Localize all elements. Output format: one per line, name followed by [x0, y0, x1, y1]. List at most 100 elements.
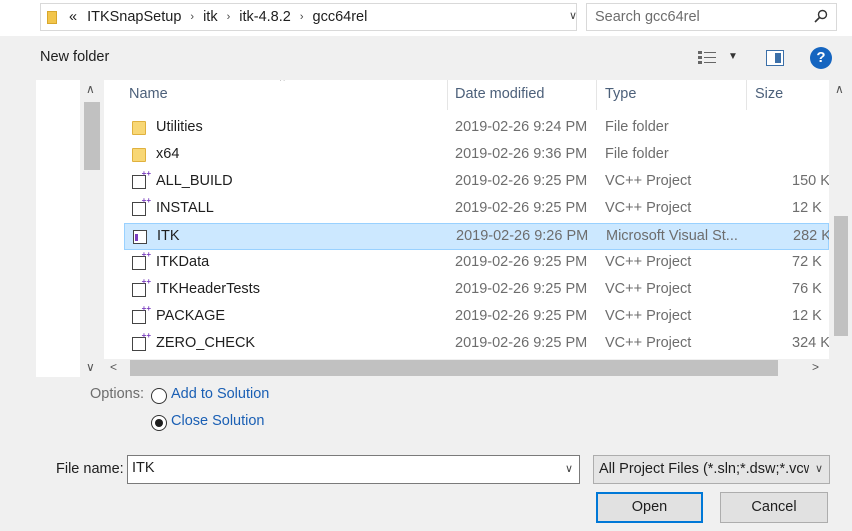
- column-divider[interactable]: [596, 80, 597, 110]
- breadcrumb-gcc64rel[interactable]: gcc64rel: [313, 9, 368, 25]
- scroll-up-icon[interactable]: ∧: [835, 82, 844, 96]
- file-date: 2019-02-26 9:25 PM: [455, 173, 588, 189]
- list-header: ^ Name Date modified Type Size: [104, 80, 829, 110]
- file-type-filter[interactable]: All Project Files (*.sln;*.dsw;*.vcw ∨: [593, 455, 830, 484]
- view-options-icon[interactable]: [698, 51, 716, 65]
- column-header-size[interactable]: Size: [755, 86, 783, 102]
- chevron-right-icon[interactable]: ›: [300, 11, 304, 23]
- vcxproj-icon: [132, 169, 151, 189]
- list-horizontal-scrollbar[interactable]: < >: [104, 359, 829, 377]
- file-name[interactable]: ALL_BUILD: [156, 173, 233, 189]
- file-name[interactable]: ITKHeaderTests: [156, 281, 260, 297]
- vcxproj-icon: [132, 250, 151, 270]
- file-type-filter-value[interactable]: All Project Files (*.sln;*.dsw;*.vcw: [599, 461, 814, 477]
- cancel-button[interactable]: Cancel: [720, 492, 828, 523]
- chevron-right-icon[interactable]: ›: [190, 11, 194, 23]
- file-type: VC++ Project: [605, 200, 692, 216]
- toolbar: New folder ▼ ?: [36, 36, 852, 80]
- file-size: 76 K: [792, 281, 822, 297]
- file-row[interactable]: PACKAGE 2019-02-26 9:25 PM VC++ Project 12 …: [124, 304, 829, 331]
- chevron-down-icon[interactable]: ∨: [809, 456, 829, 483]
- folder-icon: [47, 10, 57, 24]
- file-list: ^ Name Date modified Type Size Utilities…: [104, 80, 829, 359]
- solution-icon: [133, 230, 147, 244]
- file-name[interactable]: PACKAGE: [156, 308, 225, 324]
- file-name-input[interactable]: [128, 456, 548, 480]
- file-row[interactable]: INSTALL 2019-02-26 9:25 PM VC++ Project 12 …: [124, 196, 829, 223]
- file-row[interactable]: x64 2019-02-26 9:36 PM File folder: [124, 142, 829, 169]
- breadcrumb-overflow[interactable]: «: [69, 9, 77, 25]
- scroll-right-icon[interactable]: >: [812, 360, 819, 374]
- scroll-thumb[interactable]: [130, 360, 778, 376]
- file-type: VC++ Project: [605, 254, 692, 270]
- folder-icon: [132, 121, 146, 135]
- folder-icon: [132, 148, 146, 162]
- add-to-solution-label[interactable]: Add to Solution: [171, 386, 269, 402]
- file-size: 12 K: [792, 308, 822, 324]
- file-size: 150 K: [792, 173, 829, 189]
- search-field[interactable]: Search gcc64rel: [586, 3, 837, 31]
- file-type: Microsoft Visual St...: [606, 228, 738, 244]
- file-name[interactable]: x64: [156, 146, 179, 162]
- vcxproj-icon: [132, 304, 151, 324]
- file-type: VC++ Project: [605, 335, 692, 351]
- address-bar[interactable]: « ITKSnapSetup › itk › itk-4.8.2 › gcc64…: [40, 3, 606, 31]
- file-date: 2019-02-26 9:24 PM: [455, 119, 588, 135]
- column-divider[interactable]: [746, 80, 747, 110]
- file-date: 2019-02-26 9:25 PM: [455, 281, 588, 297]
- file-name[interactable]: ITK: [157, 228, 180, 244]
- vcxproj-icon: [132, 331, 151, 351]
- open-button[interactable]: Open: [596, 492, 703, 523]
- column-header-type[interactable]: Type: [605, 86, 636, 102]
- scroll-thumb[interactable]: [834, 216, 848, 336]
- close-solution-radio[interactable]: [151, 415, 167, 431]
- file-name-label: File name:: [56, 461, 124, 477]
- file-type: File folder: [605, 119, 669, 135]
- file-name[interactable]: Utilities: [156, 119, 203, 135]
- chevron-right-icon[interactable]: ›: [227, 11, 231, 23]
- breadcrumb-itk-version[interactable]: itk-4.8.2: [239, 9, 291, 25]
- navigation-scrollbar[interactable]: ∧ ∨: [80, 80, 104, 377]
- file-date: 2019-02-26 9:25 PM: [455, 335, 588, 351]
- column-divider[interactable]: [447, 80, 448, 110]
- file-type: VC++ Project: [605, 308, 692, 324]
- file-name[interactable]: ITKData: [156, 254, 209, 270]
- navigation-pane[interactable]: [36, 80, 80, 377]
- file-name[interactable]: ZERO_CHECK: [156, 335, 255, 351]
- breadcrumb-itk[interactable]: itk: [203, 9, 218, 25]
- breadcrumb-itksnapsetup[interactable]: ITKSnapSetup: [87, 9, 181, 25]
- sort-ascending-icon: ^: [280, 80, 285, 87]
- scroll-down-icon[interactable]: ∨: [86, 360, 95, 374]
- file-size: 72 K: [792, 254, 822, 270]
- list-vertical-scrollbar[interactable]: ∧: [829, 80, 852, 359]
- column-header-date[interactable]: Date modified: [455, 86, 544, 102]
- help-icon[interactable]: ?: [810, 47, 832, 69]
- file-date: 2019-02-26 9:25 PM: [455, 200, 588, 216]
- file-row[interactable]: ALL_BUILD 2019-02-26 9:25 PM VC++ Project 1…: [124, 169, 829, 196]
- file-row[interactable]: ZERO_CHECK 2019-02-26 9:25 PM VC++ Project…: [124, 331, 829, 358]
- scroll-up-icon[interactable]: ∧: [86, 82, 95, 96]
- preview-pane-icon[interactable]: [766, 50, 784, 66]
- search-icon[interactable]: [814, 9, 828, 23]
- file-row[interactable]: ITK 2019-02-26 9:26 PM Microsoft Visual St…: [124, 223, 829, 250]
- vcxproj-icon: [132, 196, 151, 216]
- file-name-combobox[interactable]: ∨: [127, 455, 580, 484]
- file-row[interactable]: ITKHeaderTests 2019-02-26 9:25 PM VC++ Pro…: [124, 277, 829, 304]
- chevron-down-icon[interactable]: ∨: [565, 462, 573, 475]
- file-name[interactable]: INSTALL: [156, 200, 214, 216]
- file-row[interactable]: ITKData 2019-02-26 9:25 PM VC++ Project 72 …: [124, 250, 829, 277]
- search-placeholder[interactable]: Search gcc64rel: [595, 9, 700, 25]
- close-solution-label[interactable]: Close Solution: [171, 413, 265, 429]
- add-to-solution-radio[interactable]: [151, 388, 167, 404]
- view-dropdown-icon[interactable]: ▼: [728, 51, 738, 62]
- scroll-thumb[interactable]: [84, 102, 100, 170]
- file-date: 2019-02-26 9:26 PM: [456, 228, 589, 244]
- file-size: 282 K: [793, 228, 829, 244]
- file-date: 2019-02-26 9:25 PM: [455, 254, 588, 270]
- file-row[interactable]: Utilities 2019-02-26 9:24 PM File folder: [124, 115, 829, 142]
- new-folder-button[interactable]: New folder: [40, 49, 109, 65]
- chevron-down-icon[interactable]: ∨: [569, 9, 577, 22]
- file-date: 2019-02-26 9:36 PM: [455, 146, 588, 162]
- scroll-left-icon[interactable]: <: [110, 360, 117, 374]
- column-header-name[interactable]: Name: [129, 86, 168, 102]
